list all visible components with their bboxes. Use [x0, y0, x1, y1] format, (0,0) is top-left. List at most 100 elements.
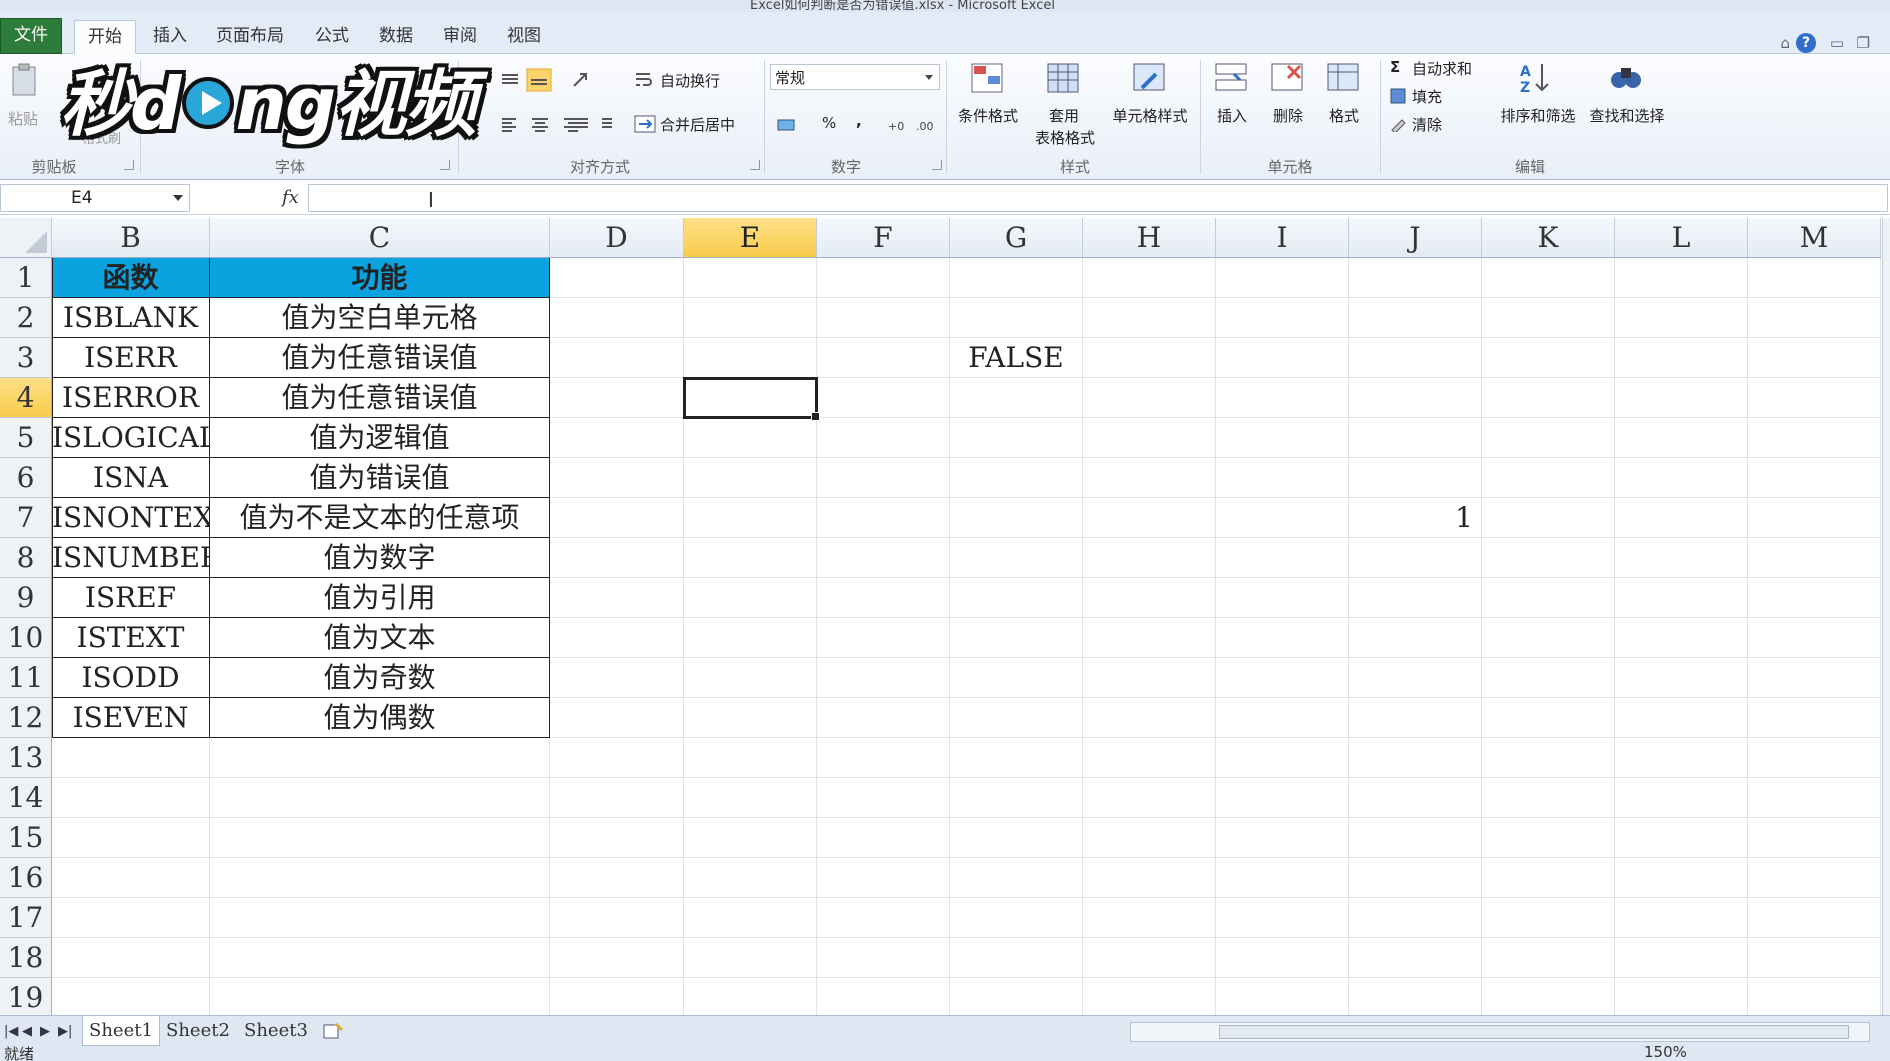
row-header-13[interactable]: 13 — [0, 738, 52, 778]
cell-B17[interactable] — [52, 898, 210, 938]
cell-J14[interactable] — [1349, 778, 1482, 818]
alignment-launcher-icon[interactable] — [750, 160, 760, 170]
cell-K11[interactable] — [1482, 658, 1615, 698]
cell-M10[interactable] — [1748, 618, 1881, 658]
fill-icon[interactable] — [1390, 88, 1406, 104]
cell-B1[interactable]: 函数 — [52, 258, 210, 298]
cell-G18[interactable] — [950, 938, 1083, 978]
cell-F12[interactable] — [817, 698, 950, 738]
cell-L16[interactable] — [1615, 858, 1748, 898]
cell-C6[interactable]: 值为错误值 — [210, 458, 550, 498]
cell-L18[interactable] — [1615, 938, 1748, 978]
cell-B19[interactable] — [52, 978, 210, 1015]
help-icon[interactable]: ? — [1796, 33, 1816, 53]
cell-E13[interactable] — [684, 738, 817, 778]
cell-G2[interactable] — [950, 298, 1083, 338]
cell-H18[interactable] — [1083, 938, 1216, 978]
cell-L8[interactable] — [1615, 538, 1748, 578]
cell-E14[interactable] — [684, 778, 817, 818]
cell-G3[interactable]: FALSE — [950, 338, 1083, 378]
row-header-5[interactable]: 5 — [0, 418, 52, 458]
cell-F1[interactable] — [817, 258, 950, 298]
cell-E3[interactable] — [684, 338, 817, 378]
cell-G19[interactable] — [950, 978, 1083, 1015]
cell-M2[interactable] — [1748, 298, 1881, 338]
cell-K1[interactable] — [1482, 258, 1615, 298]
cell-K19[interactable] — [1482, 978, 1615, 1015]
cell-K12[interactable] — [1482, 698, 1615, 738]
cell-H3[interactable] — [1083, 338, 1216, 378]
cell-F17[interactable] — [817, 898, 950, 938]
clipboard-launcher-icon[interactable] — [124, 160, 134, 170]
column-header-D[interactable]: D — [550, 218, 684, 258]
cell-B8[interactable]: ISNUMBER — [52, 538, 210, 578]
tab-review[interactable]: 审阅 — [438, 20, 482, 54]
cell-M16[interactable] — [1748, 858, 1881, 898]
cell-E17[interactable] — [684, 898, 817, 938]
cell-D19[interactable] — [550, 978, 684, 1015]
align-bottom-icon[interactable] — [526, 68, 552, 92]
sheet-tab-2[interactable]: Sheet2 — [160, 1016, 236, 1046]
cell-F19[interactable] — [817, 978, 950, 1015]
cell-I17[interactable] — [1216, 898, 1349, 938]
column-header-L[interactable]: L — [1615, 218, 1748, 258]
cell-G12[interactable] — [950, 698, 1083, 738]
cell-H17[interactable] — [1083, 898, 1216, 938]
row-header-3[interactable]: 3 — [0, 338, 52, 378]
sort-filter-icon[interactable]: AZ — [1518, 60, 1554, 96]
cell-styles-button[interactable]: 单元格样式 — [1106, 106, 1194, 127]
horizontal-scroll-thumb[interactable] — [1219, 1025, 1849, 1039]
cell-K6[interactable] — [1482, 458, 1615, 498]
next-sheet-icon[interactable]: ▶ — [40, 1024, 50, 1039]
percent-button[interactable]: % — [822, 114, 836, 132]
cell-D12[interactable] — [550, 698, 684, 738]
cell-C9[interactable]: 值为引用 — [210, 578, 550, 618]
cell-M8[interactable] — [1748, 538, 1881, 578]
find-select-icon[interactable] — [1608, 60, 1644, 96]
cell-D3[interactable] — [550, 338, 684, 378]
fill-button[interactable]: 填充 — [1412, 86, 1442, 107]
cell-D5[interactable] — [550, 418, 684, 458]
tab-insert[interactable]: 插入 — [148, 20, 192, 54]
cell-G8[interactable] — [950, 538, 1083, 578]
column-header-K[interactable]: K — [1482, 218, 1615, 258]
column-header-G[interactable]: G — [950, 218, 1083, 258]
cell-E19[interactable] — [684, 978, 817, 1015]
cell-C4[interactable]: 值为任意错误值 — [210, 378, 550, 418]
cell-E6[interactable] — [684, 458, 817, 498]
delete-cells-icon[interactable] — [1270, 60, 1306, 96]
cell-D15[interactable] — [550, 818, 684, 858]
cell-C8[interactable]: 值为数字 — [210, 538, 550, 578]
cell-L3[interactable] — [1615, 338, 1748, 378]
cell-L6[interactable] — [1615, 458, 1748, 498]
cell-H14[interactable] — [1083, 778, 1216, 818]
cell-F16[interactable] — [817, 858, 950, 898]
cell-J4[interactable] — [1349, 378, 1482, 418]
cell-M5[interactable] — [1748, 418, 1881, 458]
cell-H2[interactable] — [1083, 298, 1216, 338]
cell-H16[interactable] — [1083, 858, 1216, 898]
row-header-2[interactable]: 2 — [0, 298, 52, 338]
cell-F2[interactable] — [817, 298, 950, 338]
cell-K8[interactable] — [1482, 538, 1615, 578]
wrap-text-icon[interactable] — [634, 70, 654, 90]
cell-I15[interactable] — [1216, 818, 1349, 858]
cell-I3[interactable] — [1216, 338, 1349, 378]
cell-B15[interactable] — [52, 818, 210, 858]
cell-C5[interactable]: 值为逻辑值 — [210, 418, 550, 458]
row-header-1[interactable]: 1 — [0, 258, 52, 298]
insert-cells-icon[interactable] — [1214, 60, 1250, 96]
paste-label[interactable]: 粘贴 — [8, 108, 38, 129]
vertical-scrollbar[interactable] — [1882, 218, 1890, 1015]
cell-L12[interactable] — [1615, 698, 1748, 738]
align-center-icon[interactable] — [530, 116, 550, 132]
cell-E2[interactable] — [684, 298, 817, 338]
cell-I11[interactable] — [1216, 658, 1349, 698]
format-cells-button[interactable]: 格式 — [1320, 106, 1368, 127]
orientation-icon[interactable] — [570, 70, 598, 90]
merge-center-button[interactable]: 合并后居中 — [660, 114, 735, 135]
cell-J10[interactable] — [1349, 618, 1482, 658]
comma-button[interactable]: , — [856, 112, 862, 130]
insert-function-icon[interactable]: fx — [282, 187, 299, 208]
cell-G11[interactable] — [950, 658, 1083, 698]
